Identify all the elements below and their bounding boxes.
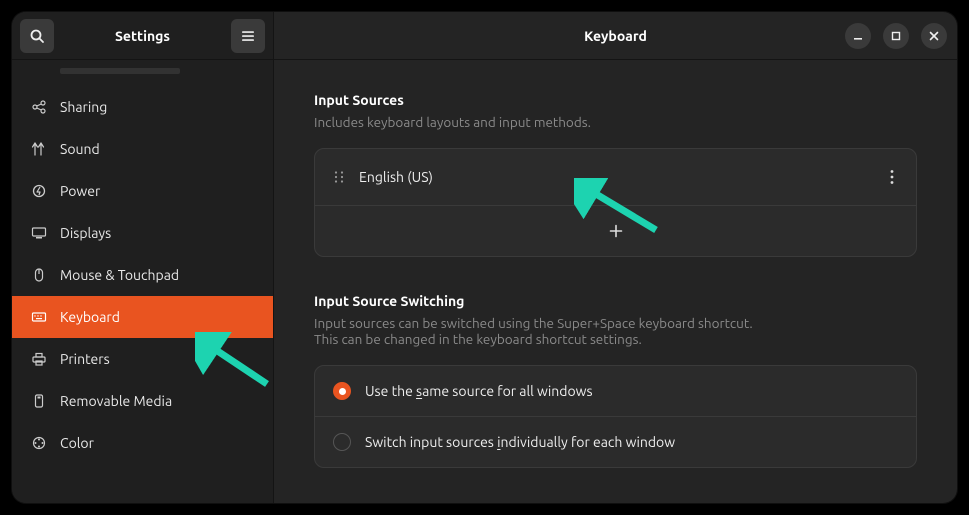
sidebar-item-displays[interactable]: Displays bbox=[12, 212, 273, 254]
sidebar-item-label bbox=[60, 68, 180, 74]
sidebar-item-label: Removable Media bbox=[60, 393, 172, 409]
sidebar-item-sound[interactable]: Sound bbox=[12, 128, 273, 170]
sidebar-item-keyboard[interactable]: Keyboard bbox=[12, 296, 273, 338]
sidebar-item-label: Power bbox=[60, 183, 100, 199]
switching-option-per-window[interactable]: Switch input sources individually for ea… bbox=[315, 417, 916, 467]
add-input-source-button[interactable] bbox=[315, 206, 916, 256]
plus-icon bbox=[609, 224, 623, 238]
minimize-icon bbox=[853, 31, 863, 41]
drag-handle-icon[interactable] bbox=[333, 170, 345, 184]
input-sources-card: English (US) bbox=[314, 148, 917, 257]
placeholder-icon bbox=[30, 62, 48, 80]
window-controls bbox=[845, 23, 947, 49]
media-icon bbox=[30, 392, 48, 410]
sidebar-item-label: Displays bbox=[60, 225, 111, 241]
keyboard-icon bbox=[30, 308, 48, 326]
switching-option-label: Use the same source for all windows bbox=[365, 383, 593, 399]
sidebar-item-label: Color bbox=[60, 435, 94, 451]
sidebar-item-label: Printers bbox=[60, 351, 110, 367]
input-switching-card: Use the same source for all windows Swit… bbox=[314, 365, 917, 468]
hamburger-menu-button[interactable] bbox=[231, 19, 265, 53]
sidebar-item-color[interactable]: Color bbox=[12, 422, 273, 464]
sidebar-item-label: Sound bbox=[60, 141, 100, 157]
close-icon bbox=[929, 31, 939, 41]
sidebar-item-label: Mouse & Touchpad bbox=[60, 267, 179, 283]
input-sources-subtitle: Includes keyboard layouts and input meth… bbox=[314, 114, 917, 130]
sidebar-item-label: Sharing bbox=[60, 99, 107, 115]
mouse-icon bbox=[30, 266, 48, 284]
power-icon bbox=[30, 182, 48, 200]
sound-icon bbox=[30, 140, 48, 158]
color-icon bbox=[30, 434, 48, 452]
input-source-label: English (US) bbox=[359, 169, 433, 185]
switching-option-same-source[interactable]: Use the same source for all windows bbox=[315, 366, 916, 417]
input-switching-subtitle: Input sources can be switched using the … bbox=[314, 315, 917, 347]
app-title: Settings bbox=[58, 28, 227, 44]
minimize-button[interactable] bbox=[845, 23, 871, 49]
page-title: Keyboard bbox=[584, 28, 647, 44]
input-sources-title: Input Sources bbox=[314, 92, 917, 108]
maximize-icon bbox=[891, 31, 901, 41]
sidebar-item-partial[interactable] bbox=[12, 62, 273, 86]
input-source-row[interactable]: English (US) bbox=[315, 149, 916, 206]
sidebar-item-power[interactable]: Power bbox=[12, 170, 273, 212]
printer-icon bbox=[30, 350, 48, 368]
close-button[interactable] bbox=[921, 23, 947, 49]
titlebar-left: Settings bbox=[12, 12, 274, 59]
hamburger-icon bbox=[240, 28, 256, 44]
sidebar-item-mouse-touchpad[interactable]: Mouse & Touchpad bbox=[12, 254, 273, 296]
radio-icon bbox=[333, 433, 351, 451]
maximize-button[interactable] bbox=[883, 23, 909, 49]
settings-window: Settings Keyboard bbox=[12, 12, 957, 503]
sidebar-item-printers[interactable]: Printers bbox=[12, 338, 273, 380]
content-area: Input Sources Includes keyboard layouts … bbox=[274, 60, 957, 503]
share-icon bbox=[30, 98, 48, 116]
titlebar-right: Keyboard bbox=[274, 12, 957, 59]
titlebar: Settings Keyboard bbox=[12, 12, 957, 60]
input-switching-title: Input Source Switching bbox=[314, 293, 917, 309]
sidebar-item-label: Keyboard bbox=[60, 309, 120, 325]
sidebar-item-removable-media[interactable]: Removable Media bbox=[12, 380, 273, 422]
sidebar: Sharing Sound Power Displays Mouse & Tou… bbox=[12, 60, 274, 503]
displays-icon bbox=[30, 224, 48, 242]
search-button[interactable] bbox=[20, 19, 54, 53]
more-vertical-icon bbox=[890, 169, 894, 185]
window-body: Sharing Sound Power Displays Mouse & Tou… bbox=[12, 60, 957, 503]
input-source-more-button[interactable] bbox=[886, 165, 898, 189]
radio-icon bbox=[333, 382, 351, 400]
search-icon bbox=[29, 28, 45, 44]
sidebar-item-sharing[interactable]: Sharing bbox=[12, 86, 273, 128]
switching-option-label: Switch input sources individually for ea… bbox=[365, 434, 675, 450]
